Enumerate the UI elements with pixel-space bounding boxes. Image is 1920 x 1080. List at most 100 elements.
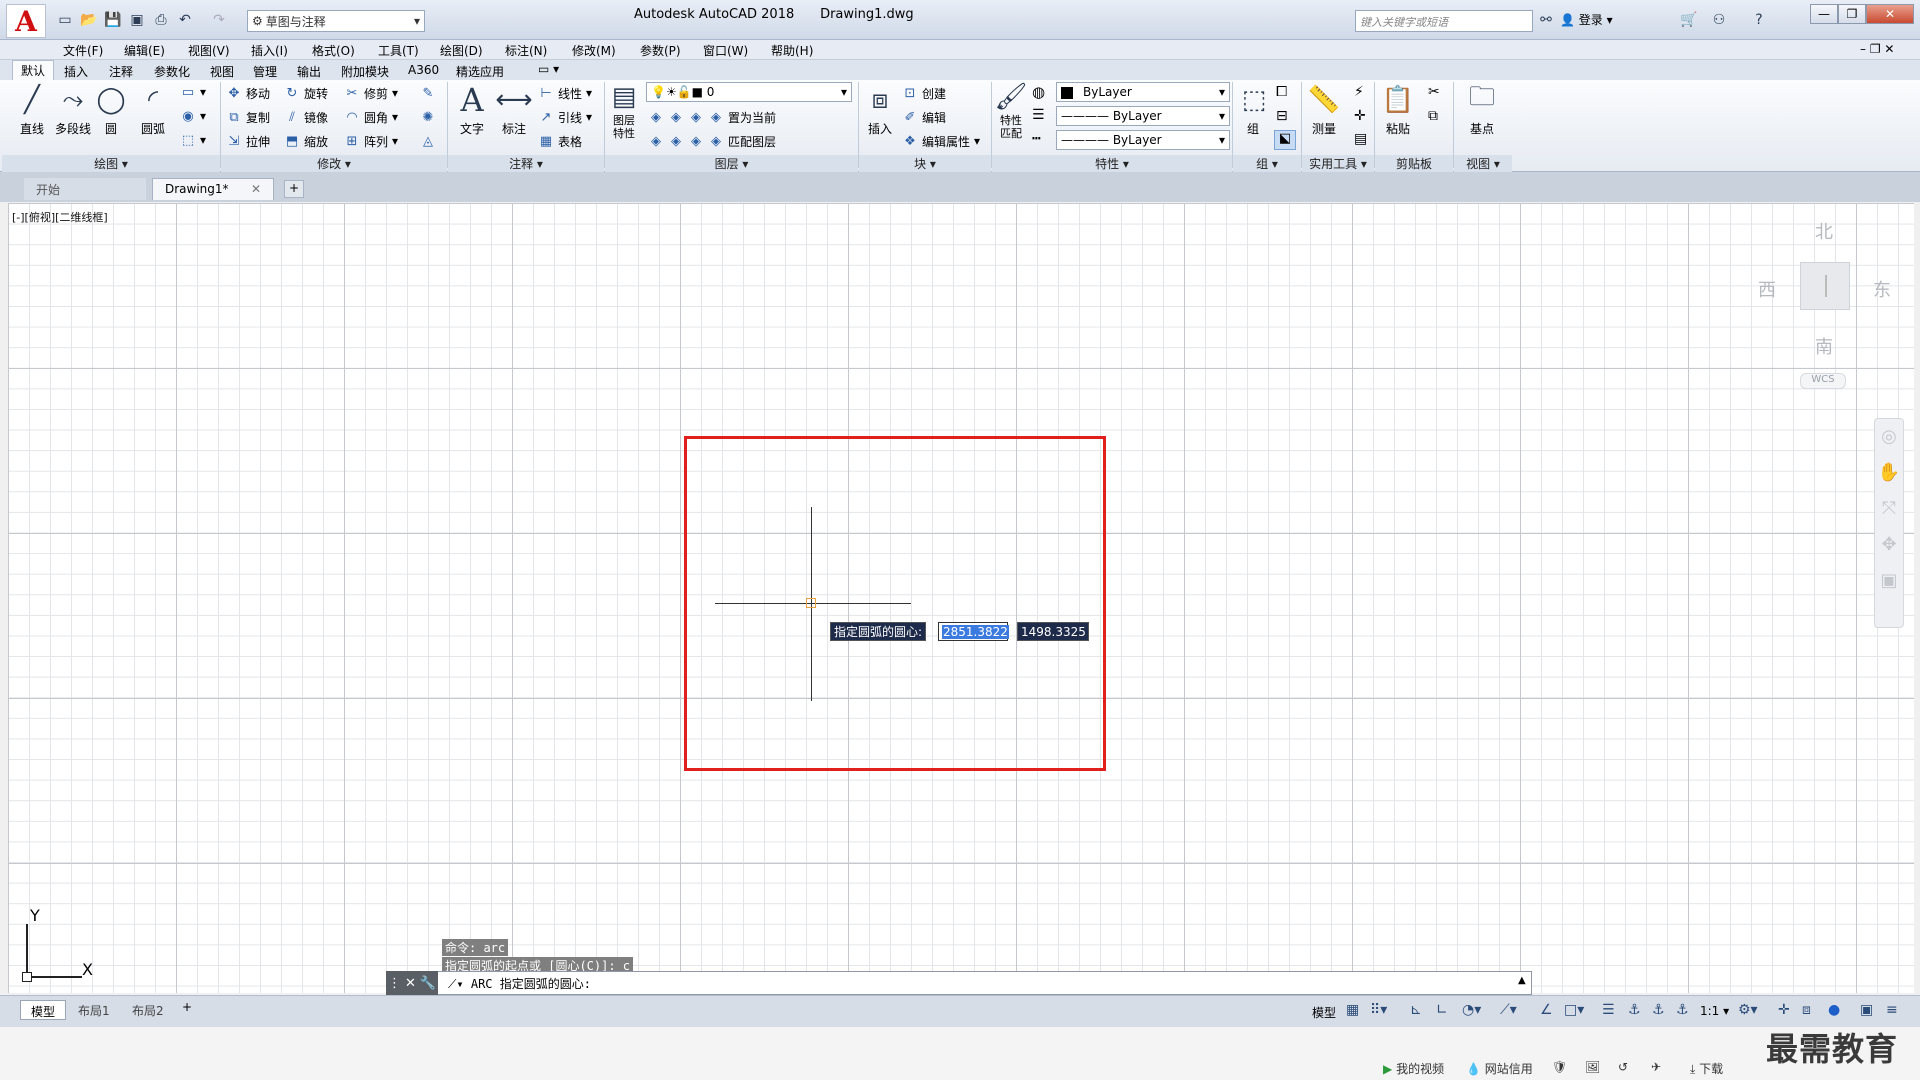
tab-a360[interactable]: A360 bbox=[400, 62, 447, 78]
line-tool[interactable]: ╱ 直线 bbox=[12, 82, 52, 137]
stretch-tool[interactable]: ⇲ 拉伸 bbox=[226, 131, 270, 151]
tab-output[interactable]: 输出 bbox=[289, 62, 329, 81]
tab-insert[interactable]: 插入 bbox=[56, 62, 96, 81]
viewport-controls[interactable]: [-][俯视][二维线框] bbox=[12, 209, 108, 225]
login-button[interactable]: 👤 登录 ▾ bbox=[1560, 11, 1613, 28]
wcs-menu[interactable]: WCS bbox=[1800, 373, 1846, 389]
lineweight-display-icon[interactable]: ☰ bbox=[1602, 1002, 1615, 1018]
help-icon[interactable]: ? bbox=[1750, 11, 1768, 29]
ungroup-icon[interactable]: ⧠ bbox=[1276, 84, 1287, 100]
layout-tab-layout1[interactable]: 布局1 bbox=[68, 1000, 120, 1020]
circle-tool[interactable]: ◯ 圆 bbox=[92, 82, 130, 137]
quick-select-icon[interactable]: ⚡ bbox=[1354, 84, 1364, 100]
polar-icon[interactable]: ∟ bbox=[1436, 1002, 1448, 1018]
modify-panel-title[interactable]: 修改 ▾ bbox=[221, 155, 447, 172]
tab-manage[interactable]: 管理 bbox=[245, 62, 285, 81]
customize-menu-icon[interactable]: ≡ bbox=[1886, 1002, 1898, 1018]
customize-wrench-icon[interactable]: 🔧 bbox=[420, 976, 436, 991]
grid-icon[interactable]: ▦ bbox=[1346, 1002, 1359, 1018]
fillet-tool[interactable]: ◠ 圆角 ▾ bbox=[344, 107, 398, 127]
menu-file[interactable]: 文件(F) bbox=[63, 42, 103, 59]
match-properties-tool[interactable]: 🖌 特性 匹配 bbox=[993, 82, 1029, 141]
print-icon[interactable]: ⎙ bbox=[152, 11, 170, 29]
utilities-panel-title[interactable]: 实用工具 ▾ bbox=[1302, 155, 1374, 172]
hardware-acceleration-icon[interactable]: ● bbox=[1828, 1002, 1840, 1018]
color-wheel-icon[interactable]: ◍ bbox=[1032, 83, 1045, 101]
layout-tab-model[interactable]: 模型 bbox=[20, 1000, 67, 1020]
view-panel-title[interactable]: 视图 ▾ bbox=[1454, 155, 1512, 172]
close-tab-icon[interactable]: ✕ bbox=[251, 182, 261, 196]
linear-tool[interactable]: ⊢ 线性 ▾ bbox=[538, 83, 592, 103]
tab-view[interactable]: 视图 bbox=[202, 62, 242, 81]
copy-tool[interactable]: ⧉ 复制 bbox=[226, 107, 270, 127]
rotate-tool[interactable]: ↻ 旋转 bbox=[284, 83, 328, 103]
close-cmd-icon[interactable]: ✕ bbox=[405, 976, 416, 991]
new-tab-button[interactable]: + bbox=[284, 180, 304, 198]
tab-featured-apps[interactable]: 精选应用 bbox=[448, 62, 512, 81]
model-space-button[interactable]: 模型 bbox=[1312, 1004, 1336, 1021]
grip-icon[interactable]: ⋮ bbox=[388, 976, 401, 991]
menu-insert[interactable]: 插入(I) bbox=[251, 42, 288, 59]
image-icon[interactable]: 🖼 bbox=[1585, 1060, 1600, 1074]
redo-icon[interactable]: ↷ bbox=[210, 11, 228, 29]
point-icon[interactable]: ✛ bbox=[1354, 108, 1366, 124]
array-tool[interactable]: ⊞ 阵列 ▾ bbox=[344, 131, 399, 151]
group-tool[interactable]: ⬚ 组 bbox=[1236, 82, 1270, 137]
minimize-button[interactable]: — bbox=[1810, 4, 1838, 24]
layer-tools-row-2[interactable]: ◈ ◈ ◈ ◈ 匹配图层 bbox=[648, 131, 776, 151]
dynamic-input-x[interactable]: 2851.3822 bbox=[938, 622, 1009, 641]
tab-addins[interactable]: 附加模块 bbox=[333, 62, 397, 81]
snap-icon[interactable]: ⠿▾ bbox=[1370, 1002, 1387, 1018]
refresh-icon[interactable]: ↺ bbox=[1618, 1060, 1628, 1074]
group-selection-icon[interactable]: ⬕ bbox=[1274, 130, 1296, 150]
menu-edit[interactable]: 编辑(E) bbox=[124, 42, 165, 59]
layer-select[interactable]: 💡☀🔓■ 0 ▾ bbox=[646, 82, 852, 102]
tab-annotate[interactable]: 注释 bbox=[101, 62, 141, 81]
site-credit-link[interactable]: 💧 网站信用 bbox=[1466, 1060, 1533, 1077]
base-point-tool[interactable]: 🗀 基点 bbox=[1462, 82, 1502, 137]
cut-icon[interactable]: ✂ bbox=[1428, 84, 1440, 100]
maximize-button[interactable]: ❐ bbox=[1838, 4, 1866, 24]
file-tab-drawing1[interactable]: Drawing1* ✕ bbox=[152, 178, 274, 200]
ortho-icon[interactable]: ⊾ bbox=[1410, 1002, 1422, 1018]
undo-icon[interactable]: ↶ bbox=[176, 11, 194, 29]
open-file-icon[interactable]: 📂 bbox=[80, 11, 98, 29]
move-tool[interactable]: ✥ 移动 bbox=[226, 83, 270, 103]
viewcube-east[interactable]: 东 bbox=[1873, 276, 1891, 302]
table-tool[interactable]: ▦ 表格 bbox=[538, 131, 582, 151]
clipboard-panel-title[interactable]: 剪贴板 bbox=[1375, 155, 1453, 172]
my-video-link[interactable]: ▶ 我的视频 bbox=[1383, 1060, 1444, 1077]
viewcube-west[interactable]: 西 bbox=[1758, 276, 1776, 302]
isolate-icon[interactable]: ⧈ bbox=[1802, 1002, 1811, 1018]
plus-icon[interactable]: ✛ bbox=[1778, 1002, 1790, 1018]
file-tab-start[interactable]: 开始 bbox=[24, 178, 146, 200]
edit-block-tool[interactable]: ✐ 编辑 bbox=[902, 107, 946, 127]
menu-modify[interactable]: 修改(M) bbox=[572, 42, 616, 59]
isodraft-icon[interactable]: ∠ bbox=[1540, 1002, 1553, 1018]
menu-format[interactable]: 格式(O) bbox=[312, 42, 355, 59]
new-file-icon[interactable]: ▭ bbox=[56, 11, 74, 29]
explode-tool[interactable]: ✺ bbox=[420, 107, 436, 127]
menu-help[interactable]: 帮助(H) bbox=[771, 42, 813, 59]
binoculars-icon[interactable]: ⚯ bbox=[1537, 11, 1555, 29]
osnap-icon[interactable]: ⟋▾ bbox=[1500, 1002, 1517, 1018]
create-block-tool[interactable]: ⊡ 创建 bbox=[902, 83, 946, 103]
group-edit-icon[interactable]: ⊟ bbox=[1276, 108, 1288, 124]
menu-draw[interactable]: 绘图(D) bbox=[440, 42, 483, 59]
cart-icon[interactable]: 🛒 bbox=[1680, 11, 1698, 29]
pan-icon[interactable]: ✋ bbox=[1875, 455, 1903, 491]
insert-block-tool[interactable]: ⧈ 插入 bbox=[860, 82, 900, 137]
dimension-tool[interactable]: ⟷ 标注 bbox=[494, 82, 534, 137]
polyline-tool[interactable]: ⤳ 多段线 bbox=[50, 82, 96, 137]
dynamic-input-y[interactable]: 1498.3325 bbox=[1017, 622, 1089, 641]
menu-dimension[interactable]: 标注(N) bbox=[505, 42, 547, 59]
tab-parametric[interactable]: 参数化 bbox=[146, 62, 198, 81]
menu-view[interactable]: 视图(V) bbox=[188, 42, 230, 59]
trim-tool[interactable]: ✂ 修剪 ▾ bbox=[344, 83, 399, 103]
annotation-scale-icon[interactable]: ⚓ bbox=[1676, 1002, 1689, 1018]
groups-panel-title[interactable]: 组 ▾ bbox=[1233, 155, 1301, 172]
draw-panel-title[interactable]: 绘图 ▾ bbox=[2, 155, 220, 172]
layer-properties-tool[interactable]: ▤ 图层 特性 bbox=[606, 82, 642, 141]
mirror-tool[interactable]: ⫽ 镜像 bbox=[284, 107, 328, 127]
search-input[interactable]: 键入关键字或短语 bbox=[1355, 10, 1533, 32]
